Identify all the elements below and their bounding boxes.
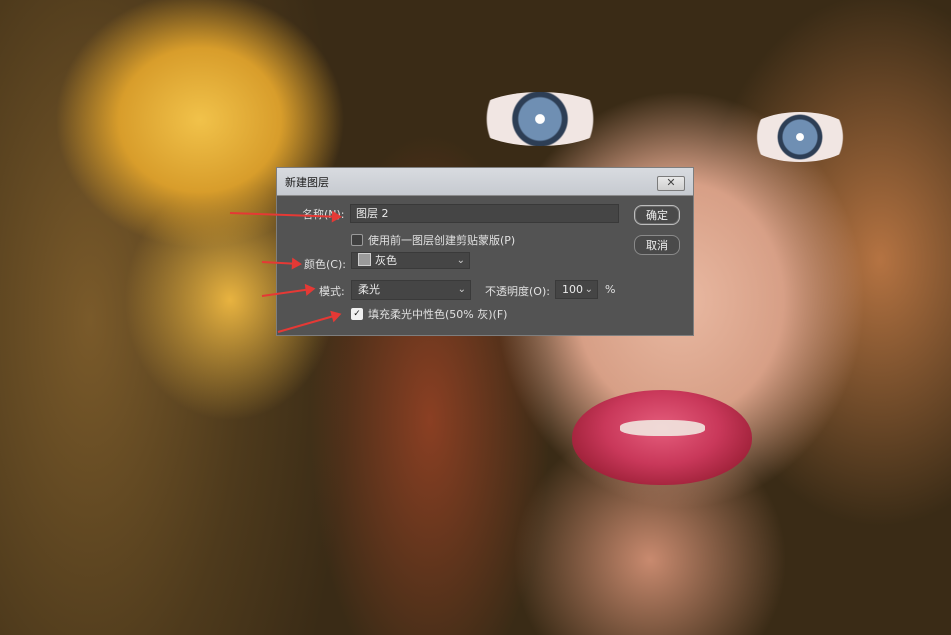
clip-mask-label: 使用前一图层创建剪贴蒙版(P) (368, 234, 516, 247)
chevron-down-icon: ⌄ (457, 284, 466, 295)
color-select[interactable]: 灰色 ⌄ (351, 252, 470, 269)
color-swatch-icon (358, 253, 371, 266)
dialog-title: 新建图层 (285, 176, 329, 189)
fill-neutral-label: 填充柔光中性色(50% 灰)(F) (368, 308, 508, 321)
mode-select[interactable]: 柔光 ⌄ (351, 280, 471, 300)
color-value: 灰色 (375, 254, 397, 267)
mode-label: 模式: (319, 285, 345, 298)
cancel-button[interactable]: 取消 (634, 235, 680, 255)
close-icon[interactable]: ✕ (657, 176, 685, 191)
opacity-input[interactable]: 100 ⌄ (555, 280, 598, 299)
chevron-down-icon: ⌄ (584, 284, 593, 295)
chevron-down-icon: ⌄ (456, 255, 465, 266)
opacity-unit: % (605, 283, 616, 296)
mode-value: 柔光 (358, 283, 380, 296)
right-eye (745, 112, 855, 162)
ok-button[interactable]: 确定 (634, 205, 680, 225)
name-input[interactable]: 图层 2 (350, 204, 619, 223)
dialog-titlebar: 新建图层 ✕ (277, 168, 693, 196)
opacity-value: 100 (562, 283, 583, 296)
lips (572, 390, 752, 485)
teeth (620, 420, 705, 436)
left-eye (470, 92, 610, 146)
fill-neutral-checkbox[interactable]: ✓ (351, 308, 363, 320)
clip-mask-checkbox[interactable] (351, 234, 363, 246)
color-label: 颜色(C): (304, 258, 346, 271)
opacity-label: 不透明度(O): (485, 285, 550, 298)
